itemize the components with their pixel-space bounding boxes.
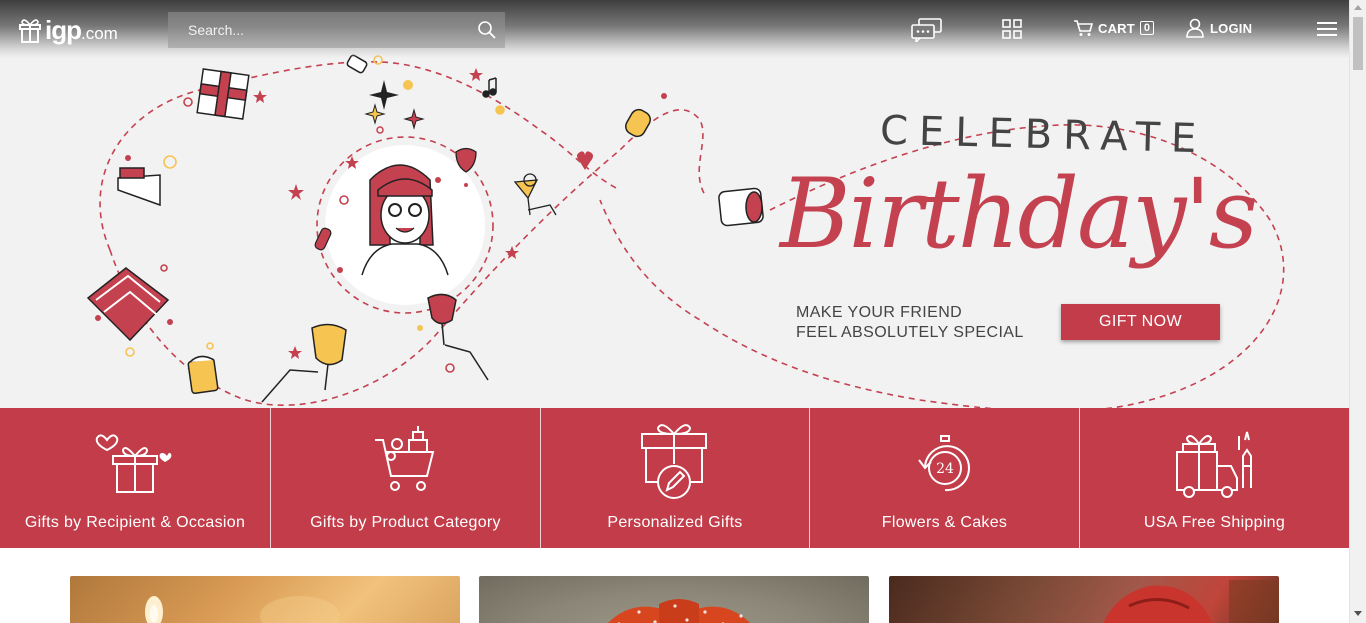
- banner-tagline-line1: MAKE YOUR FRIEND: [796, 304, 963, 321]
- gift-pen-icon: [641, 424, 707, 499]
- gift-wrap-image: [1103, 580, 1279, 623]
- banner-tagline-line2: FEEL ABSOLUTELY SPECIAL: [796, 324, 1024, 341]
- cake-icon: [86, 267, 170, 342]
- page-scrollbar[interactable]: [1349, 0, 1366, 623]
- product-card-candles[interactable]: [70, 576, 460, 623]
- cart-label: CART: [1098, 20, 1135, 36]
- tin-can-icon: [718, 187, 764, 227]
- cart-icon: [1074, 20, 1093, 36]
- ribbon-bow-image: [607, 599, 751, 623]
- scroll-thumb[interactable]: [1353, 17, 1363, 70]
- svg-text:24: 24: [936, 461, 954, 477]
- cart-count-badge: 0: [1139, 21, 1155, 35]
- category-personalized[interactable]: Personalized Gifts: [541, 408, 810, 548]
- timer-24-icon: 24: [917, 435, 970, 492]
- user-icon: [1186, 18, 1204, 38]
- truck-liberty-icon: [1175, 431, 1252, 498]
- product-card-ribbon[interactable]: [479, 576, 869, 623]
- scroll-up-arrow-icon[interactable]: [1354, 5, 1362, 10]
- category-recipient-occasion[interactable]: Gifts by Recipient & Occasion: [0, 408, 271, 548]
- category-label: Gifts by Product Category: [310, 514, 501, 531]
- chat-icon[interactable]: [911, 18, 943, 42]
- category-label: Gifts by Recipient & Occasion: [24, 514, 246, 531]
- page: CELEBRATE Birthday's MAKE YOUR FRIEND FE…: [0, 0, 1366, 623]
- gift-logo-icon: [19, 19, 41, 43]
- scroll-down-arrow-icon[interactable]: [1354, 611, 1362, 616]
- gift-box-heart-icon: [95, 434, 172, 493]
- login-label: LOGIN: [1210, 20, 1253, 36]
- category-label: USA Free Shipping: [1143, 514, 1286, 531]
- logo-text: igp: [45, 14, 82, 45]
- igp-logo[interactable]: igp.com: [18, 10, 128, 50]
- hero-banner[interactable]: CELEBRATE Birthday's MAKE YOUR FRIEND FE…: [0, 0, 1349, 408]
- person-avatar-icon: [325, 145, 485, 305]
- cocktail-icon: [513, 173, 557, 216]
- beer-mug-icon: [187, 355, 219, 395]
- product-card-gift[interactable]: [889, 576, 1279, 623]
- banner-tagline: MAKE YOUR FRIEND FEEL ABSOLUTELY SPECIAL: [796, 303, 1024, 343]
- category-product[interactable]: Gifts by Product Category: [271, 408, 541, 548]
- banner-birthdays-text: Birthday's: [780, 158, 1258, 270]
- login-button[interactable]: LOGIN: [1186, 18, 1252, 38]
- category-strip: Gifts by Recipient & Occasion Gifts by P…: [0, 408, 1349, 548]
- gift-cart-icon: [374, 426, 434, 491]
- menu-icon[interactable]: [1317, 21, 1337, 37]
- wine-glass-icon: [261, 293, 489, 403]
- category-label: Personalized Gifts: [607, 514, 743, 531]
- search-box[interactable]: [168, 12, 505, 48]
- gift-box-icon: [196, 68, 250, 120]
- search-input[interactable]: [168, 12, 468, 48]
- candle-image: [145, 596, 340, 623]
- category-label: Flowers & Cakes: [881, 514, 1008, 531]
- party-horn-icon: [117, 167, 161, 207]
- logo-suffix: .com: [81, 23, 118, 43]
- music-note-icon: [482, 77, 497, 98]
- gift-now-button[interactable]: GIFT NOW: [1061, 304, 1220, 340]
- fireworks-icon: [364, 80, 425, 134]
- category-flowers-cakes[interactable]: 24 Flowers & Cakes: [810, 408, 1080, 548]
- banner-celebrate-text: CELEBRATE: [879, 107, 1208, 163]
- top-header: igp.com Search... CART 0 LOGIN: [0, 0, 1349, 58]
- cart-button[interactable]: CART 0: [1073, 19, 1155, 37]
- grid-icon[interactable]: [1002, 19, 1022, 39]
- search-icon[interactable]: [477, 20, 497, 40]
- heart-icon: [577, 151, 593, 170]
- category-usa-shipping[interactable]: USA Free Shipping: [1080, 408, 1349, 548]
